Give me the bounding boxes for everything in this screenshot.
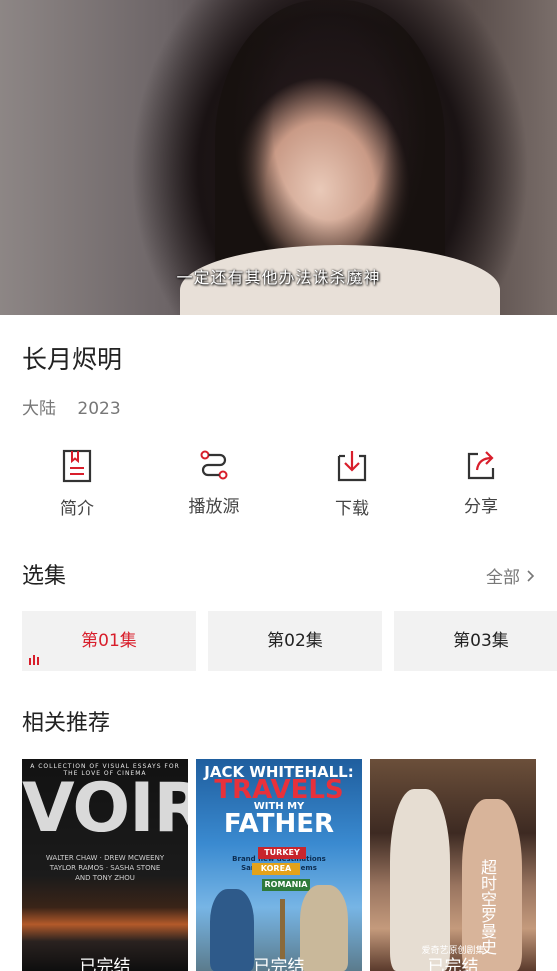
show-year: 2023 <box>77 399 121 419</box>
recommend-heading: 相关推荐 <box>22 711 111 736</box>
episode-item-03[interactable]: 第03集 <box>394 611 557 671</box>
poster-status: 已完结 <box>253 957 305 971</box>
credit-line: AND TONY ZHOU <box>75 874 135 882</box>
poster-card[interactable]: JACK WHITEHALL: TRAVELS WITH MY FATHER B… <box>196 759 362 971</box>
document-icon <box>62 449 92 483</box>
episode-label: 第01集 <box>81 631 137 651</box>
share-button[interactable]: 分享 <box>426 448 536 517</box>
poster-title-line: FATHER <box>223 809 335 839</box>
episode-item-01[interactable]: 第01集 <box>22 611 196 671</box>
share-icon <box>467 451 495 480</box>
episode-label: 第02集 <box>267 631 323 651</box>
source-button[interactable]: 播放源 <box>159 448 269 517</box>
recommend-list: A COLLECTION OF VISUAL ESSAYS FOR THE LO… <box>22 759 557 971</box>
credit-line: TAYLOR RAMOS · SASHA STONE <box>49 864 161 872</box>
intro-button[interactable]: 简介 <box>22 448 132 519</box>
sign: TURKEY <box>258 847 306 859</box>
poster-title: TRAVELS WITH MY FATHER <box>196 775 362 837</box>
episode-label: 第03集 <box>453 631 509 651</box>
video-subtitle: 一定还有其他办法诛杀魔神 <box>176 268 381 287</box>
poster-credits: WALTER CHAW · DREW MCWEENY TAYLOR RAMOS … <box>22 853 188 883</box>
download-button[interactable]: 下载 <box>297 448 407 519</box>
poster-card[interactable]: 超时空罗曼史 爱奇艺原创剧集 已完结 <box>370 759 536 971</box>
poster-title: VOIR <box>22 769 188 848</box>
credit-line: WALTER CHAW · DREW MCWEENY <box>45 854 165 862</box>
all-episodes-link[interactable]: 全部 <box>486 563 535 588</box>
sign: KOREA <box>252 863 300 875</box>
poster-status: 已完结 <box>427 957 479 971</box>
episode-list: 第01集 第02集 第03集 <box>22 611 557 671</box>
signpost-pole <box>280 899 285 959</box>
action-bar: 简介 播放源 下载 分享 <box>0 448 557 528</box>
episode-item-02[interactable]: 第02集 <box>208 611 382 671</box>
video-player[interactable]: 一定还有其他办法诛杀魔神 <box>0 0 557 315</box>
download-label: 下载 <box>335 499 369 519</box>
intro-label: 简介 <box>60 499 94 519</box>
chevron-right-icon <box>527 569 535 582</box>
show-title: 长月烬明 <box>22 345 123 374</box>
all-episodes-label: 全部 <box>486 568 520 588</box>
route-icon <box>200 450 228 480</box>
show-meta: 大陆 2023 <box>22 394 121 419</box>
playing-indicator-icon <box>29 655 39 665</box>
poster-card[interactable]: A COLLECTION OF VISUAL ESSAYS FOR THE LO… <box>22 759 188 971</box>
episodes-heading: 选集 <box>22 564 67 589</box>
poster-title: 超时空罗曼史 <box>478 859 497 955</box>
show-region: 大陆 <box>22 399 56 419</box>
poster-status: 已完结 <box>79 957 131 971</box>
source-label: 播放源 <box>188 497 240 517</box>
sign: ROMANIA <box>262 879 310 891</box>
poster-title-line: TRAVELS <box>214 775 344 805</box>
share-label: 分享 <box>464 497 498 517</box>
download-icon <box>337 451 367 482</box>
